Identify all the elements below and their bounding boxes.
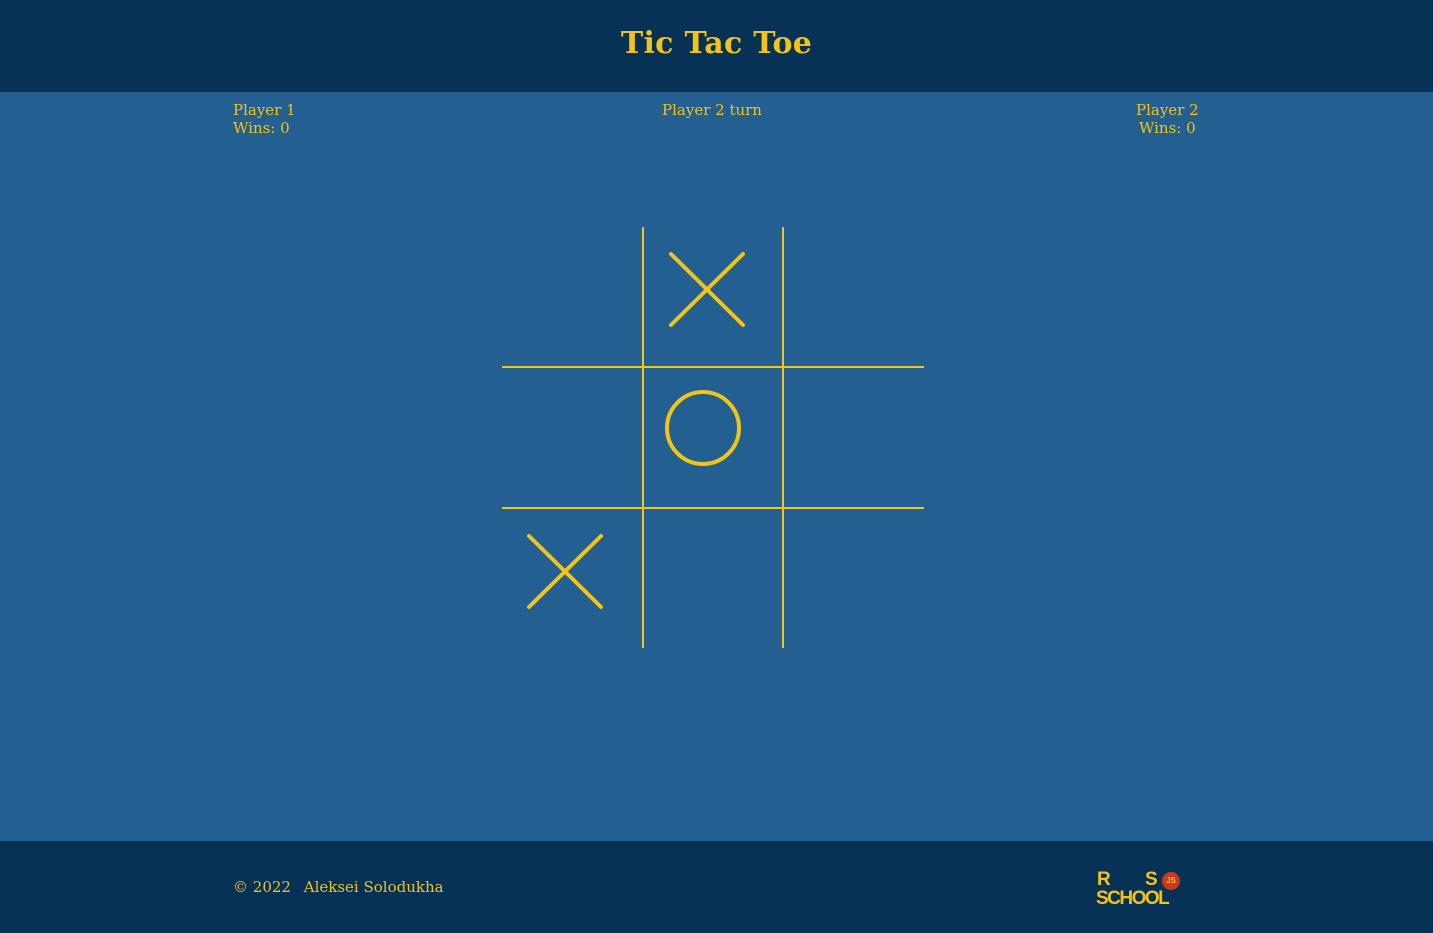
logo-letter-r: R (1097, 869, 1111, 890)
board-cell-2-2[interactable] (644, 368, 784, 508)
game-area: Player 1 Wins: 0 Player 2 turn Player 2 … (0, 92, 1433, 841)
board-cell-2-3[interactable] (785, 368, 925, 508)
board-cell-3-2[interactable] (644, 509, 784, 649)
copyright: © 2022 Aleksei Solodukha (233, 877, 444, 897)
page-title: Tic Tac Toe (620, 25, 813, 61)
copyright-year: 2022 (252, 878, 291, 896)
board-cell-3-3[interactable] (785, 509, 925, 649)
player-2-name: Player 2 (1136, 101, 1199, 119)
x-mark-icon (669, 252, 745, 327)
footer: © 2022 Aleksei Solodukha R S SCHOOL JS (0, 841, 1433, 933)
player-2-wins: Wins: 0 (1138, 119, 1196, 137)
rs-school-logo[interactable]: R S SCHOOL JS (1095, 870, 1195, 910)
board-cell-2-1[interactable] (502, 368, 642, 508)
player-2-panel: Player 2 Wins: 0 (1136, 101, 1199, 137)
board-cell-3-1[interactable] (502, 509, 642, 649)
js-badge-icon: JS (1162, 872, 1180, 890)
o-mark-icon (665, 390, 741, 466)
header: Tic Tac Toe (0, 0, 1433, 92)
player-1-wins: Wins: 0 (233, 119, 290, 137)
game-board (502, 227, 924, 648)
board-cell-1-3[interactable] (785, 227, 925, 367)
board-cell-1-2[interactable] (644, 227, 784, 367)
author-link[interactable]: Aleksei Solodukha (304, 878, 444, 896)
board-cell-1-1[interactable] (502, 227, 642, 367)
x-mark-icon (527, 534, 603, 609)
copyright-symbol: © (233, 878, 248, 896)
turn-indicator: Player 2 turn (662, 101, 762, 119)
logo-letter-s: S (1145, 869, 1158, 890)
logo-school-text: SCHOOL (1096, 888, 1170, 909)
